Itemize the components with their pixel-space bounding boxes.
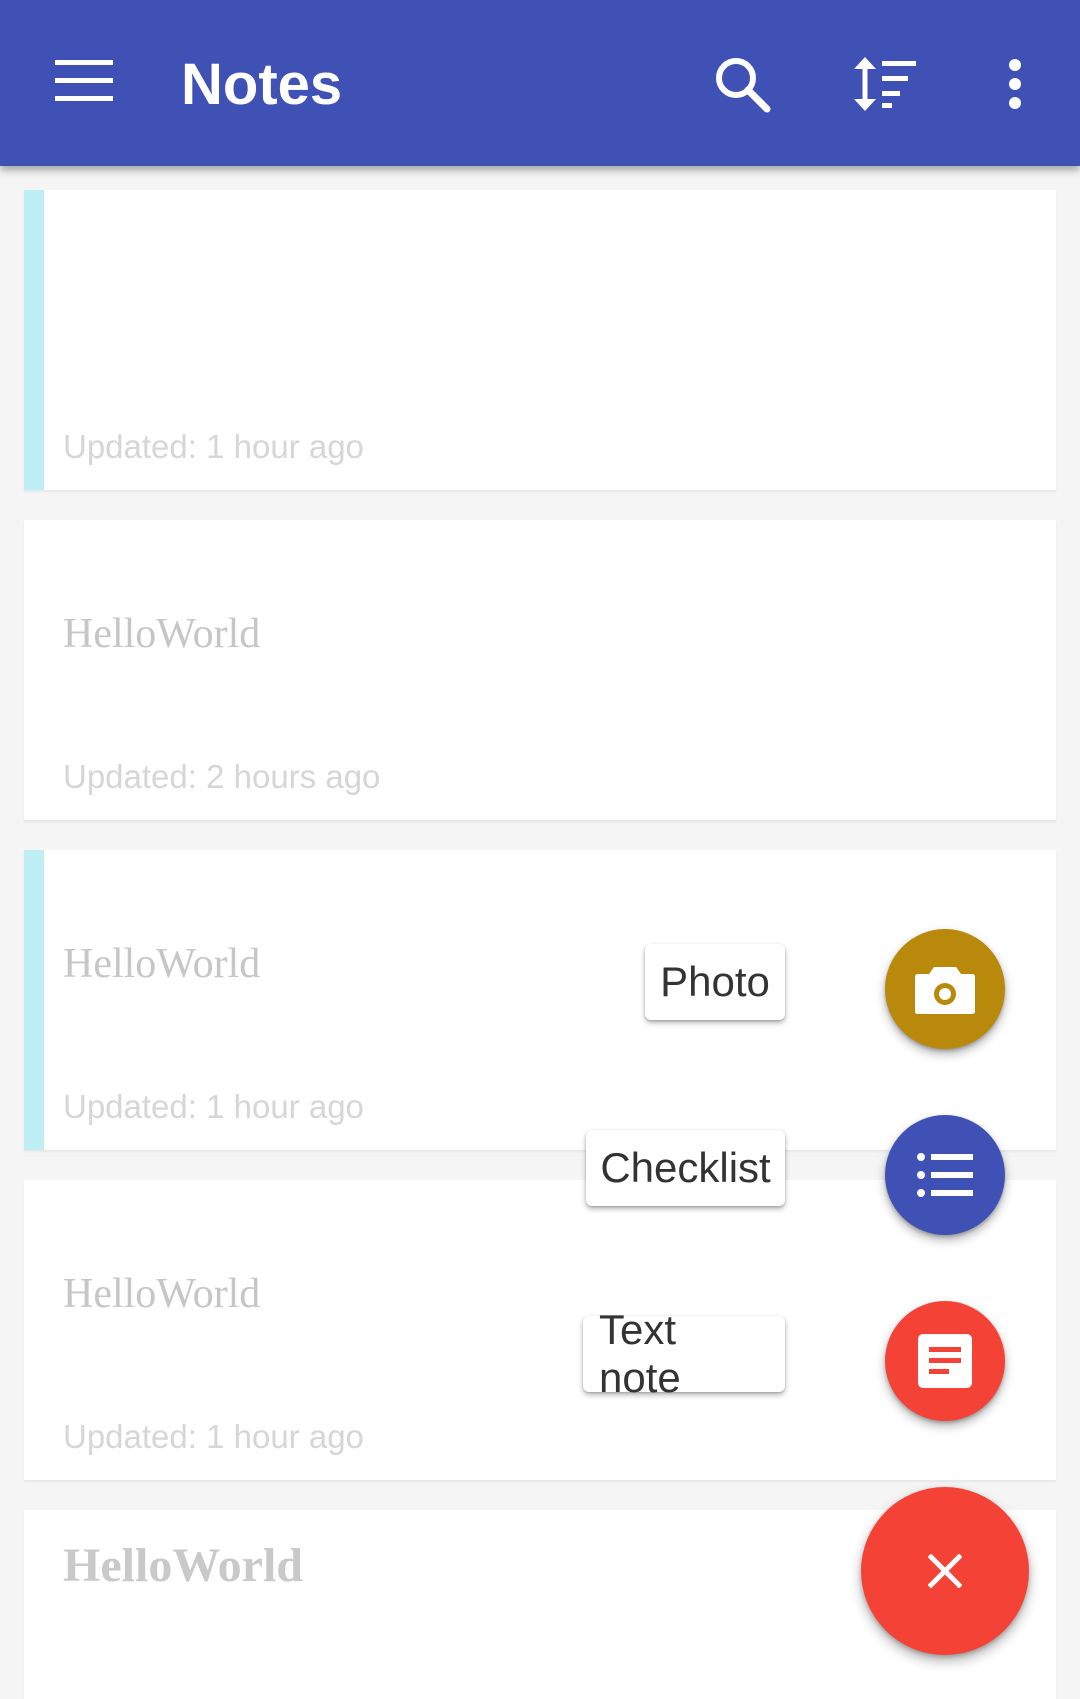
note-color-tag — [24, 190, 44, 490]
text-note-label[interactable]: Text note — [583, 1306, 785, 1401]
list-icon — [917, 1153, 973, 1197]
close-icon — [928, 1554, 962, 1588]
note-card[interactable]: Updated: 1 hour ago — [24, 190, 1056, 490]
note-updated: Updated: 2 hours ago — [63, 758, 381, 795]
photo-label[interactable]: Photo — [645, 944, 785, 1020]
note-card[interactable]: HelloWorld Updated: 2 hours ago — [24, 520, 1056, 820]
more-vert-icon — [1009, 59, 1021, 109]
note-title: HelloWorld — [63, 1271, 261, 1317]
note-color-tag — [24, 850, 44, 1150]
checklist-button[interactable] — [885, 1115, 1005, 1235]
note-updated: Updated: 1 hour ago — [63, 428, 364, 465]
page-title: Notes — [181, 52, 343, 117]
app-bar: Notes — [0, 0, 1080, 166]
checklist-label[interactable]: Checklist — [586, 1130, 785, 1206]
sort-icon — [854, 57, 916, 111]
note-updated: Updated: 1 hour ago — [63, 1088, 364, 1125]
search-button[interactable] — [702, 44, 782, 124]
camera-icon — [915, 967, 975, 1014]
note-updated: Updated: 1 hour ago — [63, 1418, 364, 1455]
more-options-button[interactable] — [995, 44, 1035, 124]
menu-button[interactable] — [44, 46, 124, 116]
note-icon — [918, 1334, 972, 1388]
photo-button[interactable] — [885, 929, 1005, 1049]
note-title: HelloWorld — [63, 1539, 303, 1592]
search-icon — [716, 58, 771, 113]
note-title: HelloWorld — [63, 611, 261, 657]
menu-icon — [55, 60, 113, 101]
text-note-button[interactable] — [885, 1301, 1005, 1421]
note-title: HelloWorld — [63, 941, 261, 987]
sort-button[interactable] — [846, 44, 926, 124]
fab-close-button[interactable] — [861, 1487, 1029, 1655]
